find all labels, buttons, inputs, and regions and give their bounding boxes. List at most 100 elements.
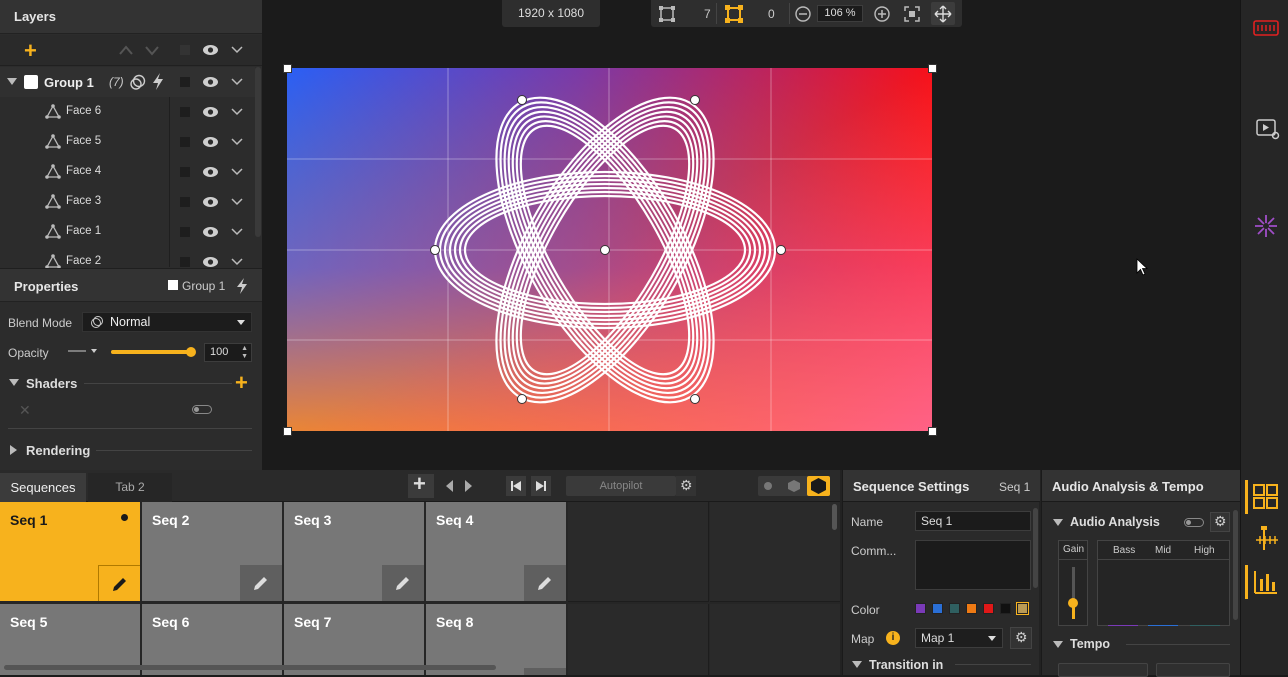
move-up-icon[interactable] — [144, 44, 160, 57]
tab-2[interactable]: Tab 2 — [88, 473, 172, 502]
color-swatch[interactable] — [1016, 602, 1029, 615]
sequence-cell[interactable]: Seq 4 — [426, 502, 567, 602]
corner-handle[interactable] — [283, 427, 292, 436]
timeline-icon[interactable] — [1255, 525, 1279, 551]
skip-back-button[interactable] — [506, 476, 526, 496]
corner-handle[interactable] — [283, 64, 292, 73]
edit-sequence-button[interactable] — [524, 565, 566, 601]
chevron-down-icon[interactable] — [231, 46, 243, 54]
opacity-slider-knob[interactable] — [186, 347, 196, 357]
add-sequence-button[interactable]: + — [408, 471, 434, 498]
layer-row[interactable]: Face 6 — [0, 97, 255, 127]
settings-scrollbar[interactable] — [1033, 508, 1038, 588]
empty-slot[interactable] — [568, 604, 709, 675]
lock-all-icon[interactable] — [180, 45, 190, 55]
output-settings-icon[interactable] — [1256, 118, 1282, 142]
large-view-button[interactable] — [807, 476, 830, 496]
chevron-down-icon[interactable] — [231, 138, 243, 146]
eye-icon[interactable] — [202, 106, 219, 118]
layers-scrollbar[interactable] — [255, 67, 261, 237]
layer-row[interactable]: Face 4 — [0, 157, 255, 187]
autopilot-settings-button[interactable]: ⚙ — [676, 476, 696, 496]
autopilot-button[interactable]: Autopilot — [566, 476, 676, 496]
chevron-down-icon[interactable] — [231, 78, 243, 86]
collapse-icon[interactable] — [7, 78, 17, 86]
sequence-cell[interactable]: Seq 1 — [0, 502, 141, 602]
lock-icon[interactable] — [180, 107, 190, 117]
chevron-down-icon[interactable] — [231, 228, 243, 236]
layer-row[interactable]: Face 1 — [0, 217, 255, 247]
grid-view-button[interactable] — [1245, 480, 1287, 514]
layer-row[interactable]: Face 3 — [0, 187, 255, 217]
chevron-down-icon[interactable] — [231, 108, 243, 116]
zoom-in-icon[interactable] — [874, 6, 890, 22]
move-down-icon[interactable] — [118, 44, 134, 57]
name-field[interactable]: Seq 1 — [915, 511, 1031, 531]
edit-sequence-button[interactable] — [240, 565, 282, 601]
next-icon[interactable] — [465, 480, 473, 492]
zoom-out-icon[interactable] — [795, 6, 811, 22]
layer-group-row[interactable]: Group 1 (7) — [0, 67, 255, 97]
corner-handle[interactable] — [928, 427, 937, 436]
stepper-icon[interactable]: ▲ ▼ — [241, 345, 248, 361]
gain-knob[interactable] — [1068, 598, 1078, 608]
color-swatch[interactable] — [1000, 603, 1011, 614]
crop-icon[interactable] — [658, 5, 676, 23]
collapse-icon[interactable] — [1053, 641, 1063, 649]
select-transform-icon[interactable] — [725, 5, 743, 23]
prev-icon[interactable] — [446, 480, 454, 492]
pan-button[interactable] — [931, 2, 955, 25]
lock-icon[interactable] — [180, 167, 190, 177]
chevron-down-icon[interactable] — [231, 168, 243, 176]
add-shader-icon[interactable]: + — [235, 370, 248, 396]
opacity-slider[interactable] — [111, 350, 191, 354]
layer-row[interactable]: Face 5 — [0, 127, 255, 157]
grid-hscrollbar[interactable] — [4, 665, 496, 670]
lock-icon[interactable] — [180, 257, 190, 267]
audio-view-button[interactable] — [1245, 565, 1287, 599]
lightning-icon[interactable] — [236, 278, 248, 294]
skip-forward-button[interactable] — [531, 476, 551, 496]
empty-slot[interactable] — [568, 502, 709, 602]
map-select[interactable]: Map 1 — [915, 628, 1003, 648]
chevron-down-icon[interactable] — [231, 198, 243, 206]
collapse-icon[interactable] — [1053, 519, 1063, 527]
comment-field[interactable] — [915, 540, 1031, 590]
color-swatch[interactable] — [949, 603, 960, 614]
lock-icon[interactable] — [180, 197, 190, 207]
opacity-input[interactable]: 100 ▲ ▼ — [204, 343, 252, 362]
lock-icon[interactable] — [180, 137, 190, 147]
sequence-cell[interactable]: Seq 2 — [142, 502, 283, 602]
effects-icon[interactable] — [1254, 214, 1278, 238]
edit-sequence-button[interactable] — [98, 565, 140, 601]
preview-canvas[interactable] — [287, 68, 932, 431]
edit-sequence-button[interactable] — [524, 668, 566, 675]
eye-icon[interactable] — [202, 136, 219, 148]
audio-settings-button[interactable]: ⚙ — [1210, 512, 1230, 532]
color-swatch[interactable] — [966, 603, 977, 614]
grid-vscrollbar[interactable] — [832, 504, 837, 530]
eye-all-icon[interactable] — [202, 44, 219, 56]
expand-icon[interactable] — [10, 445, 18, 455]
add-layer-icon[interactable]: + — [24, 38, 37, 64]
battery-monitor-icon[interactable] — [1253, 19, 1279, 37]
eye-icon[interactable] — [202, 166, 219, 178]
collapse-icon[interactable] — [852, 661, 862, 669]
shader-toggle[interactable] — [192, 405, 212, 414]
eye-icon[interactable] — [202, 256, 219, 268]
lock-icon[interactable] — [180, 227, 190, 237]
empty-slot[interactable] — [710, 604, 840, 675]
eye-icon[interactable] — [202, 76, 219, 88]
eye-icon[interactable] — [202, 226, 219, 238]
edit-sequence-button[interactable] — [382, 565, 424, 601]
color-swatch[interactable] — [915, 603, 926, 614]
sequence-cell[interactable]: Seq 3 — [284, 502, 425, 602]
blend-mode-select[interactable]: Normal — [82, 312, 252, 332]
curve-select-icon[interactable] — [68, 346, 100, 356]
info-icon[interactable]: i — [886, 631, 900, 645]
medium-view-icon[interactable] — [788, 480, 800, 492]
blend-icon[interactable] — [130, 74, 146, 90]
audio-scrollbar[interactable] — [1233, 510, 1238, 620]
small-view-icon[interactable] — [764, 482, 772, 490]
audio-toggle[interactable] — [1184, 518, 1204, 527]
